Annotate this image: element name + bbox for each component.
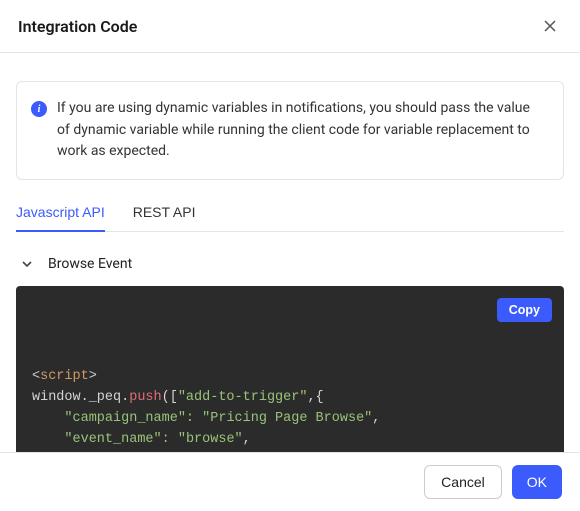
modal-title: Integration Code	[18, 17, 137, 36]
modal-header: Integration Code	[0, 0, 580, 53]
code-block: Copy <script> window._peq.push(["add-to-…	[16, 286, 564, 452]
modal-footer: Cancel OK	[0, 452, 580, 511]
info-text: If you are using dynamic variables in no…	[57, 98, 545, 163]
tab-rest-api[interactable]: REST API	[133, 194, 196, 232]
code-content: <script> window._peq.push(["add-to-trigg…	[32, 367, 548, 452]
api-tabs: Javascript API REST API	[16, 194, 564, 232]
chevron-down-icon	[20, 257, 34, 271]
accordion-title: Browse Event	[48, 256, 132, 272]
info-callout: i If you are using dynamic variables in …	[16, 81, 564, 180]
ok-button[interactable]: OK	[512, 465, 562, 499]
close-icon	[542, 18, 558, 34]
modal-body: i If you are using dynamic variables in …	[0, 53, 580, 452]
close-button[interactable]	[538, 14, 562, 38]
copy-button[interactable]: Copy	[497, 298, 552, 322]
info-icon: i	[31, 101, 47, 117]
cancel-button[interactable]: Cancel	[424, 465, 502, 499]
accordion-browse-event[interactable]: Browse Event	[16, 246, 564, 286]
tab-javascript-api[interactable]: Javascript API	[16, 194, 105, 232]
